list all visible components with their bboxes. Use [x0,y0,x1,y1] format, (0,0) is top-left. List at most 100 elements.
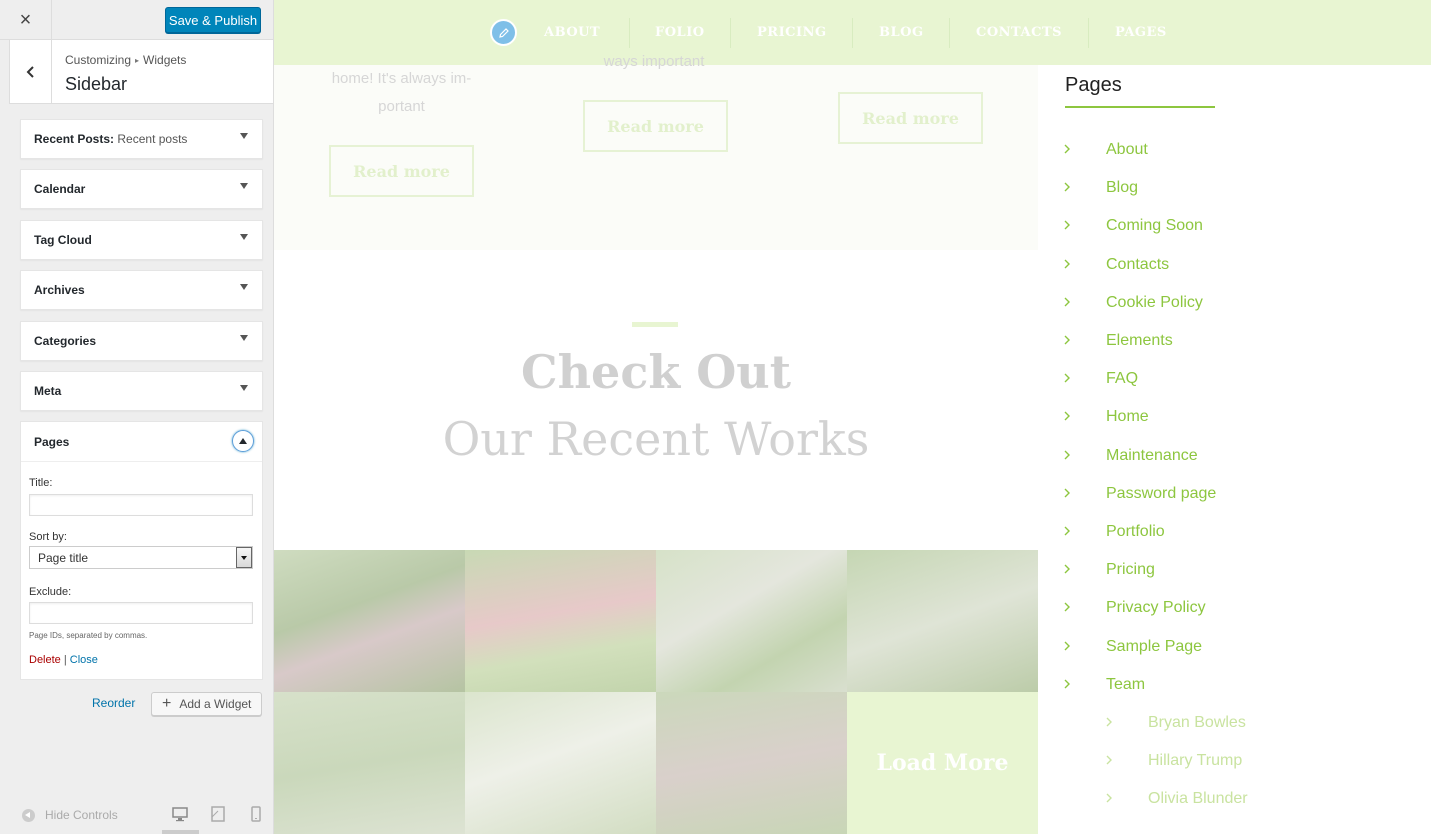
page-link[interactable]: Home [1106,408,1149,426]
page-link[interactable]: Cookie Policy [1106,294,1203,312]
back-button[interactable] [10,40,52,104]
customizer-footer: Hide Controls [0,796,273,834]
page-link[interactable]: Privacy Policy [1106,599,1206,617]
portfolio-image[interactable] [847,550,1038,692]
page-link[interactable]: Contacts [1106,256,1169,274]
actions-separator: | [63,654,67,666]
tablet-preview-icon[interactable] [210,806,226,822]
nav-blog[interactable]: BLOG [879,25,924,40]
posts-section: home! It's always im- portant Read more … [274,53,1038,250]
breadcrumb-arrow-icon: ▸ [135,56,140,65]
widget-title: Recent Posts: [34,132,115,146]
nav-contacts[interactable]: CONTACTS [976,25,1062,40]
save-publish-button[interactable]: Save & Publish [165,7,261,33]
nav-separator [852,18,853,48]
exclude-input[interactable] [29,602,253,624]
load-more-button[interactable]: Load More [847,692,1038,834]
add-widget-button[interactable]: + Add a Widget [151,692,262,716]
portfolio-image[interactable] [465,692,656,834]
widget-title: Tag Cloud [34,233,92,247]
widget-pages-header[interactable]: Pages [21,422,262,462]
page-link[interactable]: Sample Page [1106,638,1202,656]
widget-categories[interactable]: Categories [20,321,263,361]
nav-separator [629,18,630,48]
page-link[interactable]: Team [1106,676,1145,694]
mobile-preview-icon[interactable] [248,806,264,822]
sort-by-select[interactable]: Page title [29,546,253,569]
dropdown-arrow-icon[interactable] [236,547,252,568]
site-nav: ABOUT FOLIO PRICING BLOG CONTACTS PAGES [274,0,1431,65]
page-link[interactable]: Pricing [1106,561,1155,579]
customizer-panel: × Save & Publish Customizing ▸ Widgets Sid… [0,0,274,834]
nav-separator [730,18,731,48]
chevron-right-icon [1064,602,1070,612]
chevron-right-icon [1064,259,1070,269]
chevron-right-icon [1064,526,1070,536]
chevron-right-icon [1064,144,1070,154]
works-heading-light: Our Recent Works [442,412,870,466]
works-heading-bold: Check Out [521,345,791,399]
page-link[interactable]: Olivia Blunder [1148,790,1248,808]
portfolio-image[interactable] [656,550,847,692]
edit-pencil-icon[interactable] [490,19,517,46]
caret-up-icon[interactable] [232,430,254,452]
page-link[interactable]: Maintenance [1106,447,1198,465]
chevron-right-icon [1064,641,1070,651]
nav-folio[interactable]: FOLIO [655,25,705,40]
nav-pricing[interactable]: PRICING [757,25,827,40]
exclude-hint: Page IDs, separated by commas. [29,631,148,640]
read-more-button[interactable]: Read more [583,100,728,152]
active-device-indicator [162,830,199,834]
page-link[interactable]: FAQ [1106,370,1138,388]
page-link[interactable]: Bryan Bowles [1148,714,1246,732]
title-input[interactable] [29,494,253,516]
caret-down-icon[interactable] [240,234,248,240]
portfolio-image[interactable] [274,550,465,692]
chevron-right-icon [1106,717,1112,727]
widget-calendar[interactable]: Calendar [20,169,263,209]
nav-pages[interactable]: PAGES [1115,25,1167,40]
site-preview: ABOUT FOLIO PRICING BLOG CONTACTS PAGES … [274,0,1431,834]
widget-meta[interactable]: Meta [20,371,263,411]
page-link[interactable]: About [1106,141,1148,159]
hide-controls-button[interactable]: Hide Controls [22,808,118,822]
close-link[interactable]: Close [70,654,98,666]
chevron-right-icon [1064,679,1070,689]
reorder-link[interactable]: Reorder [92,696,135,710]
pages-widget-title: Pages [1065,74,1122,96]
heading-accent-line [632,322,678,327]
widget-archives[interactable]: Archives [20,270,263,310]
widget-tag-cloud[interactable]: Tag Cloud [20,220,263,260]
portfolio-image[interactable] [656,692,847,834]
widget-title: Meta [34,384,62,398]
caret-down-icon[interactable] [240,335,248,341]
exclude-label: Exclude: [29,586,72,598]
nav-separator [949,18,950,48]
chevron-right-icon [1064,488,1070,498]
page-link[interactable]: Password page [1106,485,1216,503]
page-link[interactable]: Hillary Trump [1148,752,1242,770]
caret-down-icon[interactable] [240,284,248,290]
chevron-right-icon [1064,297,1070,307]
page-link[interactable]: Portfolio [1106,523,1165,541]
page-link[interactable]: Elements [1106,332,1173,350]
caret-down-icon[interactable] [240,183,248,189]
widget-recent-posts[interactable]: Recent Posts: Recent posts [20,119,263,159]
read-more-button[interactable]: Read more [329,145,474,197]
close-customizer-button[interactable]: × [0,0,52,40]
desktop-preview-icon[interactable] [172,806,188,822]
widget-title: Pages [34,435,70,449]
pencil-icon [498,27,509,38]
portfolio-image[interactable] [274,692,465,834]
caret-down-icon[interactable] [240,385,248,391]
delete-link[interactable]: Delete [29,654,61,666]
chevron-left-icon [26,66,34,78]
read-more-button[interactable]: Read more [838,92,983,144]
nav-about[interactable]: ABOUT [544,25,600,40]
portfolio-image[interactable] [465,550,656,692]
caret-down-icon[interactable] [240,133,248,139]
page-link[interactable]: Blog [1106,179,1138,197]
collapse-icon [22,808,35,822]
page-link[interactable]: Coming Soon [1106,217,1203,235]
add-widget-label: Add a Widget [179,697,252,711]
